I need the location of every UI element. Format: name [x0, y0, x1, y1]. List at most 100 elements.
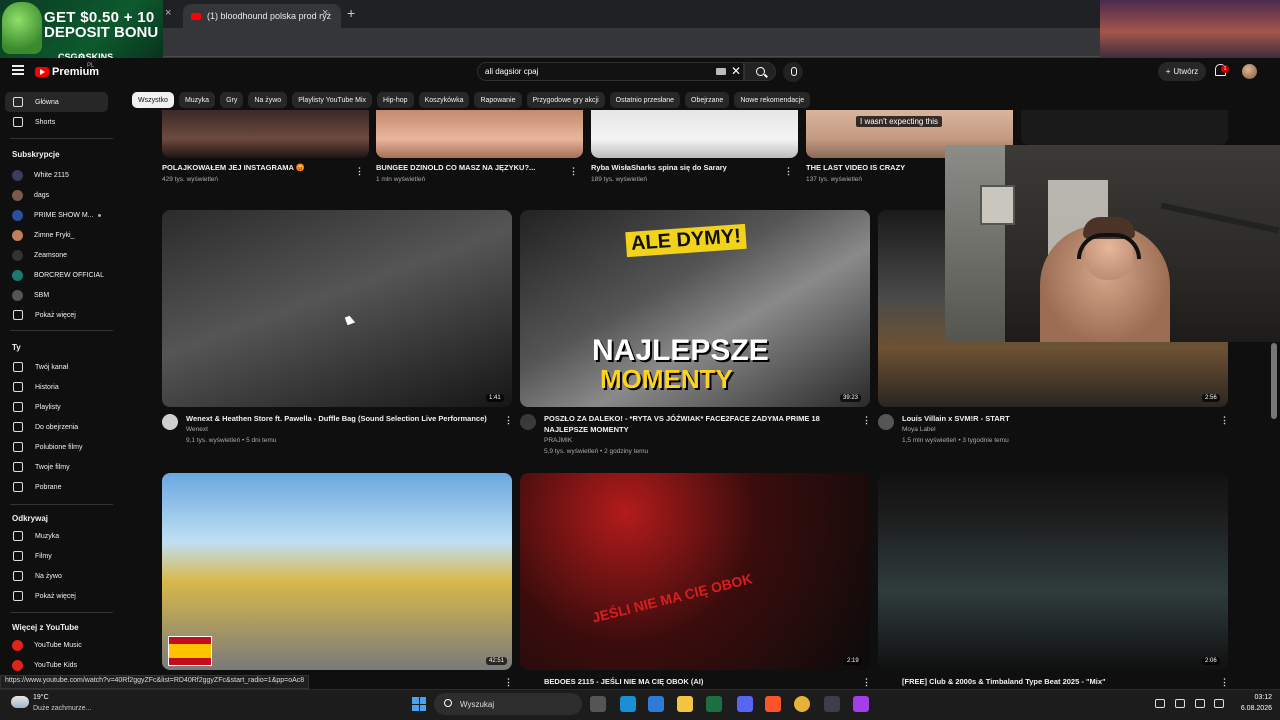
sidebar-item[interactable]: Historia [5, 377, 108, 397]
channel-name[interactable]: PRAJMIK [544, 437, 572, 444]
chip-8[interactable]: Przygodowe gry akcji [526, 92, 605, 108]
more-options-icon[interactable]: ⋮ [784, 166, 793, 177]
sidebar-section-title[interactable]: Więcej z YouTube [12, 623, 79, 632]
sidebar-item[interactable]: Playlisty [5, 397, 108, 417]
video-title[interactable]: Wenext & Heathen Store ft. Pawella - Duf… [186, 413, 491, 424]
channel-name[interactable]: Moya Label [902, 426, 936, 433]
explorer-icon[interactable] [677, 696, 693, 712]
more-options-icon[interactable]: ⋮ [504, 677, 513, 688]
chip-10[interactable]: Obejrzane [685, 92, 730, 108]
sidebar-item[interactable]: Filmy [5, 546, 108, 566]
more-options-icon[interactable]: ⋮ [1220, 415, 1229, 426]
sidebar-item[interactable]: Zimne Fryki_ [5, 225, 108, 245]
mic-icon[interactable] [1175, 699, 1185, 708]
sidebar-item[interactable]: SBM [5, 285, 108, 305]
channel-name[interactable]: Wenext [186, 426, 208, 433]
video-title[interactable]: POLAJKOWAŁEM JEJ INSTAGRAMA 😡 [162, 162, 347, 173]
voice-search-button[interactable] [783, 62, 803, 82]
chrome-icon[interactable] [794, 696, 810, 712]
search-button[interactable] [744, 62, 776, 81]
chip-9[interactable]: Ostatnio przesłane [609, 92, 681, 108]
sidebar-section-title[interactable]: Odkrywaj [12, 514, 48, 523]
sidebar-item[interactable]: Shorts [5, 112, 108, 132]
sidebar-item[interactable]: YouTube Music [5, 635, 108, 655]
more-options-icon[interactable]: ⋮ [355, 166, 364, 177]
more-options-icon[interactable]: ⋮ [569, 166, 578, 177]
chip-2[interactable]: Gry [220, 92, 244, 108]
video-title[interactable]: Louis Villain x SVM!R - START [902, 413, 1207, 424]
sidebar-item[interactable]: PRIME SHOW M... [5, 205, 108, 225]
chip-1[interactable]: Muzyka [178, 92, 216, 108]
more-options-icon[interactable]: ⋮ [862, 415, 871, 426]
clock-date[interactable]: 6.08.2026 [1222, 705, 1272, 712]
sidebar-item[interactable]: YouTube Kids [5, 655, 108, 675]
discord-icon[interactable] [737, 696, 753, 712]
sidebar-item[interactable]: Polubione filmy [5, 437, 108, 457]
volume-icon[interactable] [1214, 699, 1224, 708]
sidebar-item[interactable]: Główna [5, 92, 108, 112]
video-thumbnail[interactable] [376, 110, 583, 158]
account-avatar[interactable] [1242, 64, 1257, 79]
video-thumbnail[interactable] [162, 210, 512, 407]
video-thumbnail[interactable] [162, 473, 512, 670]
video-title[interactable]: BEDOES 2115 - JEŚLI NIE MA CIĘ OBOK (AI) [544, 676, 849, 687]
sidebar-item[interactable]: BORCREW OFFICIAL [5, 265, 108, 285]
create-button[interactable]: + Utwórz [1158, 62, 1206, 81]
search-input[interactable]: ali dagsior cpaj [477, 62, 744, 81]
store-icon[interactable] [648, 696, 664, 712]
chip-4[interactable]: Playlisty YouTube Mix [292, 92, 373, 108]
obs-icon[interactable] [853, 696, 869, 712]
video-title[interactable]: POSZŁO ZA DALEKO! - *RYTA VS JÓŹWIAK* FA… [544, 413, 849, 424]
chip-5[interactable]: Hip-hop [377, 92, 414, 108]
network-icon[interactable] [1195, 699, 1205, 708]
clear-search-icon[interactable]: ✕ [731, 64, 741, 78]
sidebar-item[interactable]: Muzyka [5, 526, 108, 546]
chip-3[interactable]: Na żywo [248, 92, 288, 108]
taskbar-search-input[interactable]: Wyszukaj [434, 693, 582, 715]
channel-avatar[interactable] [520, 414, 536, 430]
clock-time[interactable]: 03:12 [1228, 694, 1272, 701]
taskview-icon[interactable] [590, 696, 606, 712]
channel-avatar[interactable] [162, 414, 178, 430]
sidebar-item[interactable]: Do obejrzenia [5, 417, 108, 437]
new-tab-button[interactable]: + [347, 5, 355, 21]
ad-banner[interactable]: GET $0.50 + 10 DEPOSIT BONU CSG⚙SKINS [0, 0, 163, 64]
chip-7[interactable]: Rapowanie [474, 92, 522, 108]
sidebar-item[interactable]: Twoje filmy [5, 457, 108, 477]
tab-close-icon[interactable]: × [322, 7, 328, 19]
sidebar-section-title[interactable]: Subskrypcje [12, 150, 60, 159]
video-title[interactable]: BUNGEE DZINOLD CO MASZ NA JĘZYKU?... [376, 162, 561, 173]
sidebar-item[interactable]: Zeamsone [5, 245, 108, 265]
sidebar-item[interactable]: Pokaż więcej [5, 586, 108, 606]
steam-icon[interactable] [824, 696, 840, 712]
chevron-up-icon[interactable] [1155, 699, 1165, 708]
youtube-logo[interactable]: Premium PL [35, 63, 99, 78]
chip-6[interactable]: Koszykówka [418, 92, 470, 108]
video-title[interactable]: Ryba WisłaSharks spina się do Sarary [591, 162, 776, 173]
sidebar-item[interactable]: White 2115 [5, 165, 108, 185]
weather-cloud-icon[interactable] [11, 696, 29, 708]
sidebar-item[interactable]: Pobrane [5, 477, 108, 497]
video-thumbnail[interactable] [1021, 110, 1228, 145]
excel-icon[interactable] [706, 696, 722, 712]
more-options-icon[interactable]: ⋮ [504, 415, 513, 426]
chip-0[interactable]: Wszystko [132, 92, 174, 108]
sidebar-item[interactable]: dags [5, 185, 108, 205]
edge-icon[interactable] [620, 696, 636, 712]
sidebar-section-title[interactable]: Ty [12, 343, 21, 352]
video-title-line2[interactable]: NAJLEPSZE MOMENTY [544, 424, 849, 435]
video-thumbnail[interactable] [520, 473, 870, 670]
browser-tab-active[interactable]: (1) bloodhound polska prod ryż [183, 4, 341, 28]
video-title[interactable]: [FREE] Club & 2000s & Timbaland Type Bea… [902, 676, 1207, 687]
page-scrollbar[interactable] [1271, 343, 1277, 419]
menu-icon[interactable] [12, 65, 24, 75]
tab-close-icon[interactable]: × [165, 7, 171, 19]
sidebar-item[interactable]: Pokaż więcej [5, 305, 108, 325]
channel-avatar[interactable] [878, 414, 894, 430]
windows-start-icon[interactable] [412, 697, 426, 711]
more-options-icon[interactable]: ⋮ [1220, 677, 1229, 688]
keyboard-icon[interactable] [716, 68, 726, 75]
chip-11[interactable]: Nowe rekomendacje [734, 92, 811, 108]
video-thumbnail[interactable] [878, 473, 1228, 670]
brave-icon[interactable] [765, 696, 781, 712]
